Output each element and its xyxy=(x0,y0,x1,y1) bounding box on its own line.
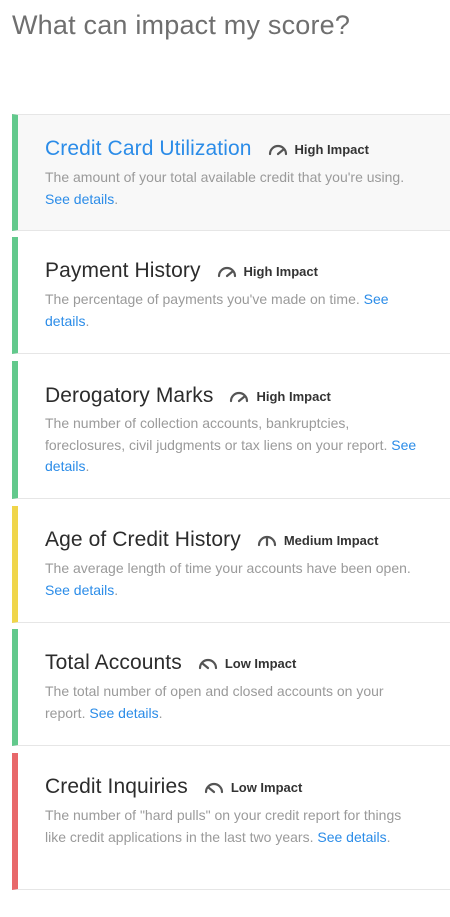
impact-label: Low Impact xyxy=(230,779,303,795)
factor-card-derogatory-marks[interactable]: Derogatory Marks High Impact The number … xyxy=(12,361,450,499)
factor-title: Derogatory Marks xyxy=(45,384,214,407)
factor-card-age-of-credit-history[interactable]: Age of Credit History Medium Impact The … xyxy=(12,506,450,623)
see-details-link[interactable]: See details xyxy=(89,705,158,721)
page-title: What can impact my score? xyxy=(12,10,351,40)
gauge-low-icon xyxy=(204,782,223,793)
gauge-high-icon xyxy=(268,144,287,155)
factor-card-payment-history[interactable]: Payment History High Impact The percenta… xyxy=(12,237,450,354)
factor-card-credit-card-utilization[interactable]: Credit Card Utilization High Impact The … xyxy=(12,114,450,231)
see-details-link[interactable]: See details xyxy=(317,829,386,845)
factor-header: Age of Credit History Medium Impact xyxy=(45,528,378,552)
gauge-medium-icon xyxy=(257,535,276,546)
period: . xyxy=(85,458,90,474)
factor-title: Age of Credit History xyxy=(45,528,241,551)
see-details-link[interactable]: See details xyxy=(45,191,114,207)
score-factors-page: What can impact my score? Credit Card Ut… xyxy=(0,0,450,917)
factor-header: Credit Card Utilization High Impact xyxy=(45,137,369,161)
period: . xyxy=(158,704,163,721)
see-details-link[interactable]: See details xyxy=(45,582,114,598)
description-text: The amount of your total available credi… xyxy=(45,169,405,185)
factor-title: Total Accounts xyxy=(45,651,182,674)
description-text: The number of collection accounts, bankr… xyxy=(45,415,388,453)
factor-card-credit-inquiries[interactable]: Credit Inquiries Low Impact The number o… xyxy=(12,753,450,890)
factor-header: Total Accounts Low Impact xyxy=(45,651,296,675)
period: . xyxy=(386,828,391,845)
factor-title-link[interactable]: Credit Card Utilization xyxy=(45,137,252,161)
description-text: The average length of time your accounts… xyxy=(45,560,411,576)
impact-label: Low Impact xyxy=(224,655,297,671)
factor-title: Payment History xyxy=(45,259,201,282)
factor-description: The average length of time your accounts… xyxy=(45,558,422,601)
period: . xyxy=(114,581,119,598)
impact-label: High Impact xyxy=(256,388,331,404)
factor-title: Credit Inquiries xyxy=(45,775,188,798)
factor-card-total-accounts[interactable]: Total Accounts Low Impact The total numb… xyxy=(12,629,450,746)
impact-label: High Impact xyxy=(243,263,318,279)
gauge-low-icon xyxy=(198,658,217,669)
period: . xyxy=(114,190,119,207)
gauge-high-icon xyxy=(230,391,249,402)
factor-description: The amount of your total available credi… xyxy=(45,167,422,210)
impact-label: Medium Impact xyxy=(283,532,379,548)
factor-description: The number of collection accounts, bankr… xyxy=(45,413,422,478)
gauge-high-icon xyxy=(217,266,236,277)
factor-header: Payment History High Impact xyxy=(45,259,318,283)
impact-label: High Impact xyxy=(294,141,369,157)
factor-description: The percentage of payments you've made o… xyxy=(45,289,422,332)
factor-header: Credit Inquiries Low Impact xyxy=(45,775,302,799)
factor-description: The number of "hard pulls" on your credi… xyxy=(45,805,422,848)
factor-header: Derogatory Marks High Impact xyxy=(45,384,331,408)
period: . xyxy=(85,312,90,329)
factor-description: The total number of open and closed acco… xyxy=(45,681,422,724)
description-text: The percentage of payments you've made o… xyxy=(45,291,360,307)
